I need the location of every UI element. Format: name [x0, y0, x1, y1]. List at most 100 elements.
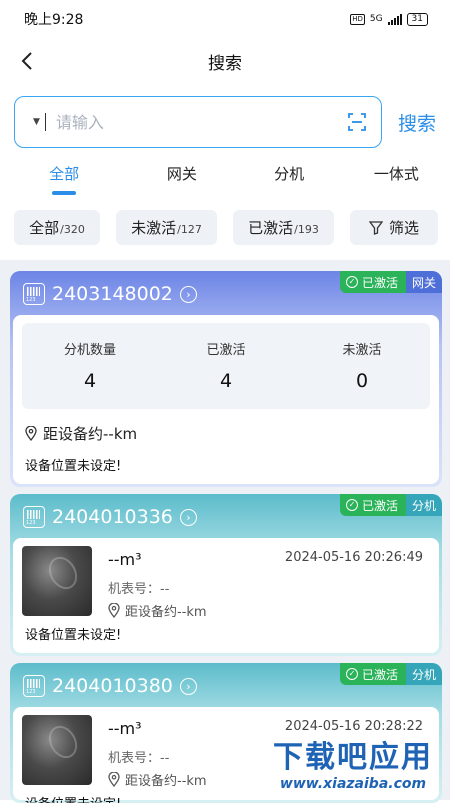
stat-label: 分机数量 — [63, 343, 116, 358]
card-header: 123 2404010380 › — [23, 675, 197, 697]
stat-label: 已激活 — [206, 343, 246, 358]
check-circle-icon: ✓ — [345, 276, 358, 288]
active-tab-indicator — [52, 191, 77, 195]
tab-extension[interactable]: 分机 — [236, 160, 343, 200]
reading-timestamp: 2024-05-16 20:26:49 — [284, 550, 423, 565]
chevron-left-icon — [21, 52, 32, 70]
chip-count: /127 — [177, 223, 202, 236]
back-button[interactable] — [14, 48, 40, 74]
tab-integrated[interactable]: 一体式 — [343, 160, 450, 200]
chip-count: /320 — [60, 223, 85, 236]
location-note: 设备位置未设定! — [25, 459, 122, 474]
text-caret — [44, 113, 46, 131]
device-id: 2404010336 — [52, 506, 173, 528]
device-card[interactable]: 123 2403148002 › ✓ 已激活 网关 分机数量 4 已激活 4 未激活 0… — [10, 271, 442, 487]
location-note: 设备位置未设定! — [25, 793, 121, 803]
barcode-icon: 123 — [23, 675, 45, 697]
tab-all[interactable]: 全部 — [0, 160, 128, 200]
page-title: 搜索 — [208, 53, 242, 74]
hd-icon: HD — [350, 13, 365, 25]
nav-bar: 搜索 — [0, 40, 450, 82]
distance-text: 距设备约--km — [125, 774, 207, 789]
distance-text: 距设备约--km — [43, 425, 138, 443]
device-type: 网关 — [405, 271, 442, 293]
meter-reading: --m³ — [108, 550, 142, 569]
network-label: 5G — [369, 14, 383, 24]
device-id: 2403148002 — [52, 283, 173, 305]
search-row: ▼ 搜索 — [14, 95, 438, 149]
tab-label: 网关 — [166, 165, 197, 183]
chip-label: 全部 — [29, 219, 60, 237]
status-time: 晚上9:28 — [24, 12, 84, 28]
device-type: 分机 — [405, 494, 442, 516]
status-bar: 晚上9:28 HD 5G 31 — [0, 0, 450, 38]
tab-label: 一体式 — [373, 165, 419, 183]
chip-label: 已激活 — [248, 219, 294, 237]
status-badge: ✓ 已激活 网关 — [339, 271, 442, 293]
barcode-icon: 123 — [23, 283, 45, 305]
status-text: 已激活 — [361, 275, 398, 290]
distance-row: 距设备约--km — [25, 423, 137, 444]
check-circle-icon: ✓ — [345, 668, 358, 680]
check-circle-icon: ✓ — [345, 499, 358, 511]
chevron-right-circle-icon[interactable]: › — [179, 677, 197, 695]
barcode-icon: 123 — [23, 506, 45, 528]
device-card[interactable]: 123 2404010336 › ✓ 已激活 分机 --m³ 2024-05-16… — [10, 494, 442, 656]
stat-extension-count: 分机数量 4 — [22, 323, 158, 409]
stat-value: 4 — [83, 370, 97, 392]
location-note: 设备位置未设定! — [25, 628, 122, 643]
stat-value: 0 — [355, 370, 369, 392]
watermark-title: 下载吧应用 — [273, 740, 433, 775]
status-badge: ✓ 已激活 分机 — [339, 494, 442, 516]
card-body: --m³ 2024-05-16 20:26:49 机表号：-- 距设备约--km… — [13, 538, 439, 653]
search-button[interactable]: 搜索 — [398, 109, 436, 136]
distance-text: 距设备约--km — [125, 605, 207, 620]
location-pin-icon — [25, 426, 37, 441]
meter-reading: --m³ — [108, 719, 142, 738]
status-badge: ✓ 已激活 分机 — [339, 663, 442, 685]
filter-chips: 全部/320 未激活/127 已激活/193 筛选 — [14, 210, 438, 246]
tab-label: 全部 — [49, 165, 80, 183]
tab-bar: 全部 网关 分机 一体式 — [0, 160, 450, 200]
device-type: 分机 — [405, 663, 442, 685]
tab-gateway[interactable]: 网关 — [128, 160, 235, 200]
chip-label: 未激活 — [131, 219, 177, 237]
battery-icon: 31 — [406, 12, 428, 26]
active-status: ✓ 已激活 — [339, 494, 406, 516]
device-id: 2404010380 — [52, 675, 173, 697]
card-body: 分机数量 4 已激活 4 未激活 0 距设备约--km 设备位置未设定! — [13, 315, 439, 484]
filter-active-chip[interactable]: 已激活/193 — [233, 210, 334, 245]
stat-activated: 已激活 4 — [158, 323, 294, 409]
meter-photo-thumbnail[interactable] — [22, 715, 92, 785]
stats-panel: 分机数量 4 已激活 4 未激活 0 — [22, 323, 430, 409]
stat-value: 4 — [219, 370, 233, 392]
status-icons: HD 5G 31 — [350, 12, 428, 26]
dropdown-triangle-icon[interactable]: ▼ — [33, 117, 40, 127]
meter-number: 机表号：-- — [108, 751, 170, 766]
filter-button[interactable]: 筛选 — [350, 210, 438, 245]
filter-inactive-chip[interactable]: 未激活/127 — [116, 210, 217, 245]
card-header: 123 2403148002 › — [23, 283, 197, 305]
scan-icon[interactable] — [347, 112, 367, 132]
signal-icon — [387, 13, 402, 25]
meter-photo-thumbnail[interactable] — [22, 546, 92, 616]
status-text: 已激活 — [361, 667, 398, 682]
chevron-right-circle-icon[interactable]: › — [179, 508, 197, 526]
watermark-url: www.xiazaiba.com — [279, 776, 427, 792]
card-header: 123 2404010336 › — [23, 506, 197, 528]
chip-label: 筛选 — [388, 219, 419, 237]
distance-row: 距设备约--km — [108, 601, 207, 620]
search-box[interactable]: ▼ — [14, 96, 382, 148]
meter-number: 机表号：-- — [108, 582, 170, 597]
status-text: 已激活 — [361, 498, 398, 513]
stat-inactive: 未激活 0 — [294, 323, 430, 409]
watermark-logo: 下载吧应用 www.xiazaiba.com — [260, 728, 446, 796]
stat-label: 未激活 — [342, 343, 382, 358]
tab-label: 分机 — [274, 165, 305, 183]
distance-row: 距设备约--km — [108, 770, 207, 789]
funnel-icon — [368, 220, 383, 235]
search-input[interactable] — [55, 112, 347, 132]
location-pin-icon — [108, 603, 120, 618]
filter-all-chip[interactable]: 全部/320 — [14, 210, 100, 245]
chevron-right-circle-icon[interactable]: › — [179, 285, 197, 303]
